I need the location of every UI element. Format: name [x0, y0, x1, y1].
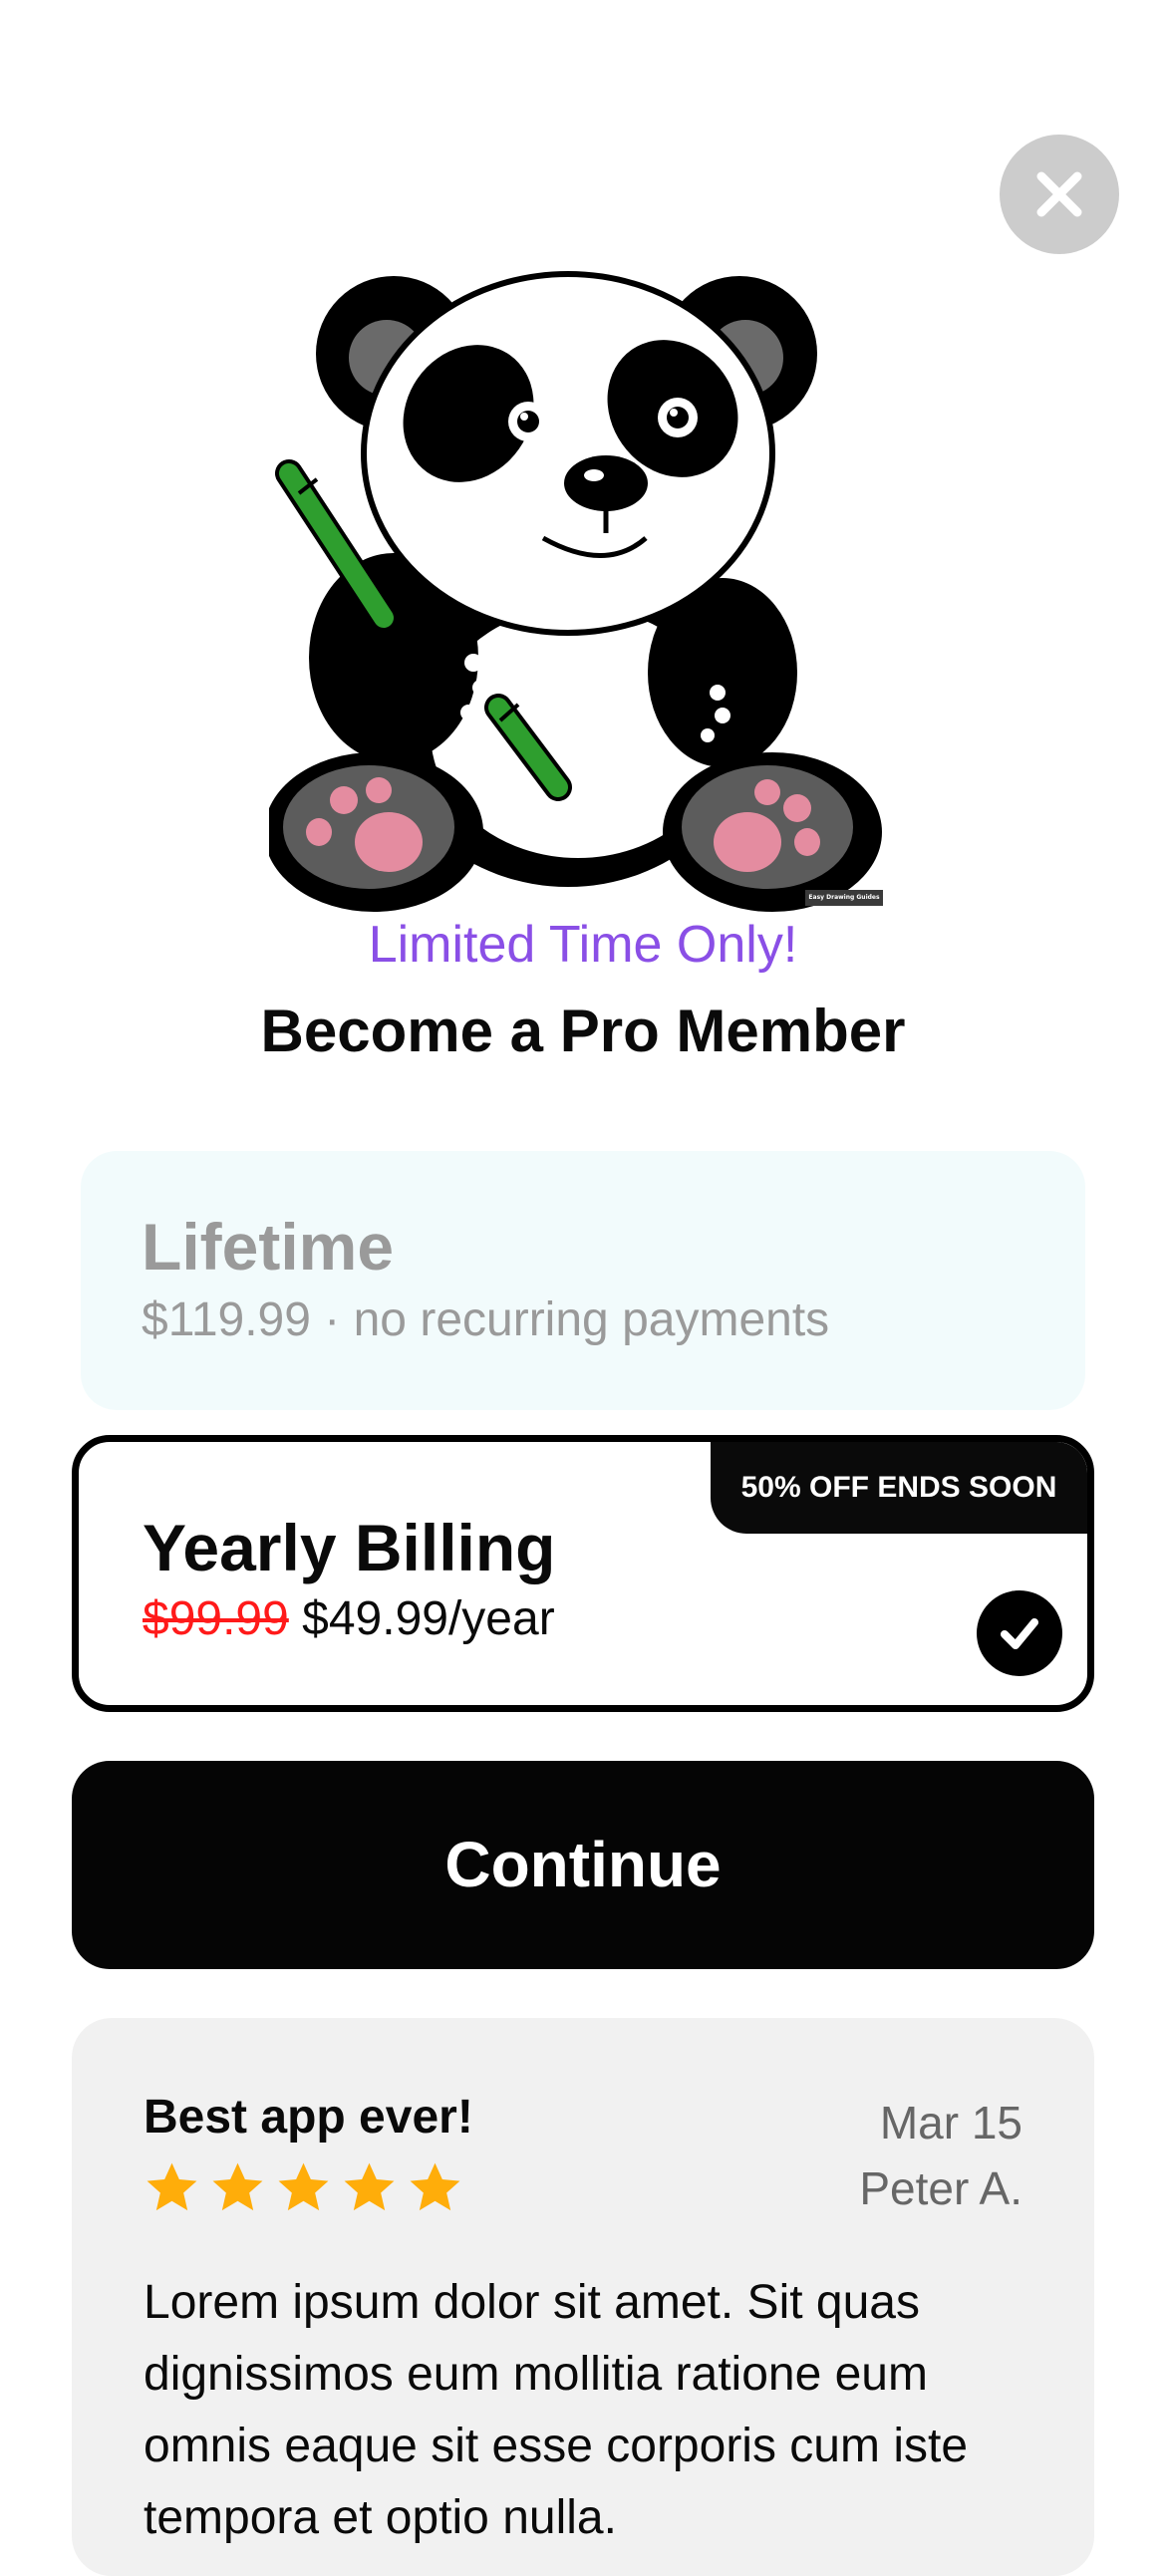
plan-subtitle: $119.99 · no recurring payments: [142, 1293, 830, 1346]
review-date: Mar 15: [879, 2097, 1022, 2148]
new-price: $49.99/year: [302, 1592, 555, 1645]
plan-option-yearly[interactable]: 50% OFF ENDS SOON Yearly Billing $99.99 …: [72, 1435, 1094, 1712]
plan-title: Yearly Billing: [143, 1511, 556, 1584]
page-title: Become a Pro Member: [260, 998, 906, 1064]
star-rating: [144, 2159, 463, 2219]
review-card: Best app ever! Mar 15 Peter A. Lorem ips…: [72, 2018, 1094, 2576]
old-price: $99.99: [143, 1592, 289, 1645]
review-body: Lorem ipsum dolor sit amet. Sit quas dig…: [144, 2276, 969, 2544]
checkmark-icon: [1001, 1618, 1038, 1649]
continue-button[interactable]: Continue: [72, 1761, 1094, 1969]
discount-badge: 50% OFF ENDS SOON: [711, 1442, 1087, 1534]
star-icon: [146, 2162, 197, 2211]
plan-title: Lifetime: [142, 1210, 395, 1284]
close-icon: [1036, 171, 1082, 217]
star-icon: [344, 2162, 395, 2211]
close-button[interactable]: [1000, 135, 1119, 254]
panda-illustration: [269, 271, 882, 912]
promo-tagline: Limited Time Only!: [368, 916, 798, 974]
star-icon: [410, 2162, 460, 2211]
review-title: Best app ever!: [144, 2091, 473, 2144]
star-icon: [278, 2162, 329, 2211]
review-author: Peter A.: [859, 2162, 1022, 2214]
star-icon: [212, 2162, 263, 2211]
selected-indicator: [977, 1590, 1062, 1676]
plan-option-lifetime[interactable]: Lifetime $119.99 · no recurring payments: [81, 1151, 1085, 1410]
price-row: $99.99 $49.99/year: [143, 1589, 555, 1649]
watermark: Easy Drawing Guides: [805, 890, 883, 906]
